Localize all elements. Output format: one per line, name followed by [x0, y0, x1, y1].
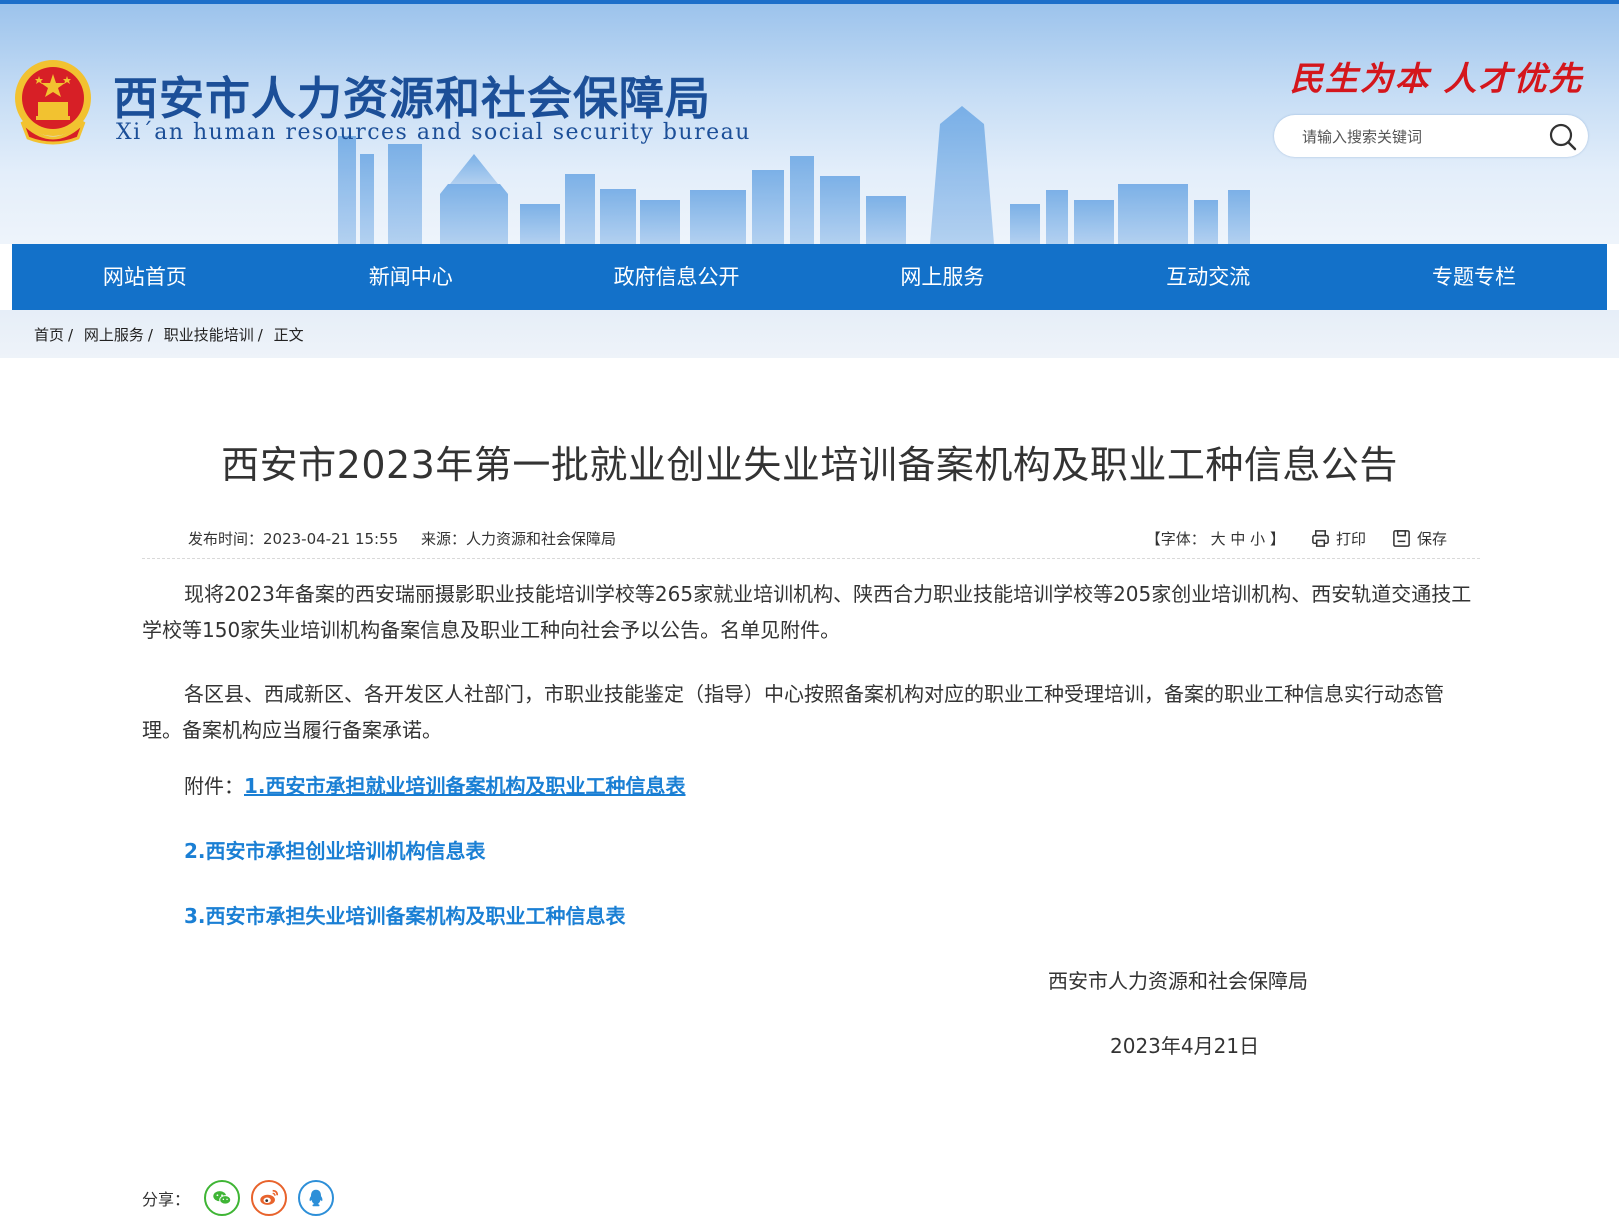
breadcrumb-online-services[interactable]: 网上服务: [84, 326, 144, 344]
attachment-line-3: 3.西安市承担失业培训备案机构及职业工种信息表: [184, 900, 626, 929]
save-button[interactable]: 保存: [1392, 528, 1447, 549]
article-paragraph-2: 各区县、西咸新区、各开发区人社部门，市职业技能鉴定（指导）中心按照备案机构对应的…: [142, 682, 1444, 742]
nav-item-home[interactable]: 网站首页: [12, 244, 278, 310]
nav-item-topics[interactable]: 专题专栏: [1341, 244, 1607, 310]
print-button[interactable]: 打印: [1311, 528, 1366, 549]
site-title: 西安市人力资源和社会保障局: [113, 72, 712, 125]
attachment-line-2: 2.西安市承担创业培训机构信息表: [184, 835, 486, 864]
article-paragraph-1: 现将2023年备案的西安瑞丽摄影职业技能培训学校等265家就业培训机构、陕西合力…: [142, 582, 1472, 642]
signature-date: 2023年4月21日: [1110, 1034, 1260, 1058]
article-meta: 发布时间：2023-04-21 15:55 来源：人力资源和社会保障局: [188, 528, 634, 549]
nav-item-gov-info[interactable]: 政府信息公开: [544, 244, 810, 310]
save-label: 保存: [1416, 530, 1447, 548]
font-size-large-button[interactable]: 大: [1211, 530, 1226, 548]
font-size-label: 【字体：: [1145, 530, 1206, 548]
publish-time: 发布时间：2023-04-21 15:55: [188, 530, 399, 548]
site-header: 西安市人力资源和社会保障局 Xi´an human resources and …: [0, 4, 1619, 244]
wechat-icon[interactable]: [204, 1180, 241, 1216]
attachment-link-1[interactable]: 1.西安市承担就业培训备案机构及职业工种信息表: [244, 774, 686, 798]
printer-icon: [1312, 530, 1329, 547]
signature-org: 西安市人力资源和社会保障局: [1048, 969, 1308, 993]
article-title: 西安市2023年第一批就业创业失业培训备案机构及职业工种信息公告: [221, 443, 1398, 487]
font-size-small-button[interactable]: 小: [1250, 530, 1265, 548]
qq-icon[interactable]: [298, 1180, 335, 1216]
breadcrumb-separator: /: [68, 326, 74, 344]
nav-item-interaction[interactable]: 互动交流: [1075, 244, 1341, 310]
site-subtitle: Xi´an human resources and social securit…: [116, 120, 751, 145]
attachment-line-1: 附件：1.西安市承担就业培训备案机构及职业工种信息表: [184, 770, 686, 799]
breadcrumb-home[interactable]: 首页: [34, 326, 64, 344]
national-emblem-icon: [15, 60, 91, 145]
breadcrumb-bar: 首页 / 网上服务 / 职业技能培训 / 正文: [0, 310, 1619, 358]
main-nav: 网站首页 新闻中心 政府信息公开 网上服务 互动交流 专题专栏: [12, 244, 1607, 310]
attachment-link-2[interactable]: 2.西安市承担创业培训机构信息表: [184, 839, 486, 863]
save-icon: [1393, 530, 1410, 547]
weibo-icon[interactable]: [251, 1180, 288, 1216]
meta-divider: [142, 558, 1480, 559]
article-tools: 【字体： 大 中 小 】 打印 保存: [1146, 528, 1447, 549]
article-source: 来源：人力资源和社会保障局: [420, 530, 616, 548]
search-box: [1274, 115, 1588, 157]
breadcrumb-skills-training[interactable]: 职业技能培训: [164, 326, 254, 344]
share-bar: 分享：: [142, 1180, 345, 1216]
font-size-label-close: 】: [1269, 530, 1285, 548]
article-container: 西安市2023年第一批就业创业失业培训备案机构及职业工种信息公告 发布时间：20…: [12, 358, 1607, 1228]
share-label: 分享：: [142, 1190, 191, 1209]
breadcrumb-separator: /: [147, 326, 153, 344]
attachment-label: 附件：: [184, 774, 244, 798]
nav-item-online-services[interactable]: 网上服务: [809, 244, 1075, 310]
breadcrumb-separator: /: [257, 326, 263, 344]
site-slogan: 民生为本 人才优先: [1290, 59, 1584, 98]
attachment-link-3[interactable]: 3.西安市承担失业培训备案机构及职业工种信息表: [184, 904, 626, 928]
breadcrumb-current: 正文: [273, 326, 304, 344]
print-label: 打印: [1335, 530, 1366, 548]
font-size-controls: 【字体： 大 中 小 】: [1146, 528, 1285, 549]
font-size-medium-button[interactable]: 中: [1230, 530, 1245, 548]
search-icon[interactable]: [1548, 122, 1578, 152]
search-input[interactable]: [1300, 124, 1534, 150]
breadcrumb: 首页 / 网上服务 / 职业技能培训 / 正文: [34, 324, 304, 345]
nav-item-news[interactable]: 新闻中心: [278, 244, 544, 310]
